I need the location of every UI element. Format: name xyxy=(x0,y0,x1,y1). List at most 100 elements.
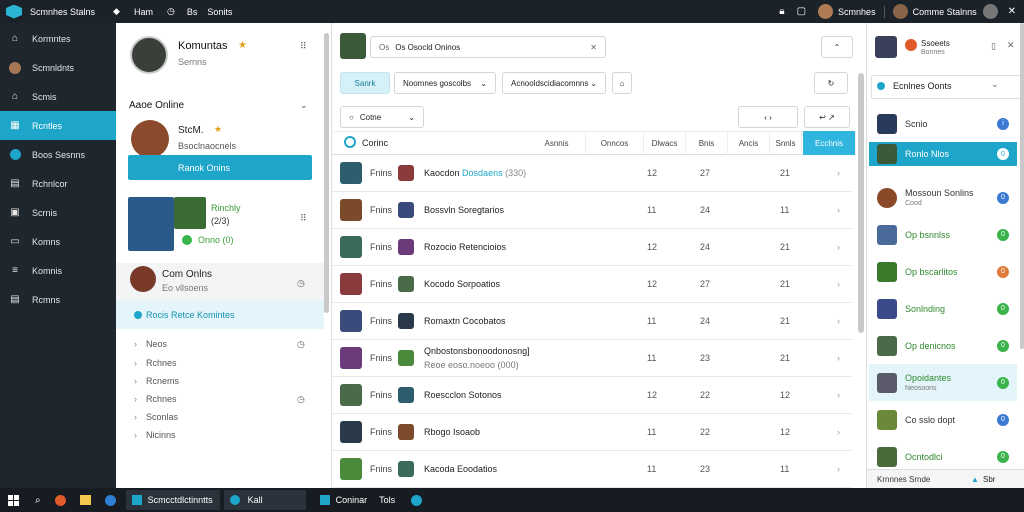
browser-icon[interactable] xyxy=(104,494,116,506)
menu-item-bs[interactable]: Bs xyxy=(187,7,198,17)
status-badge[interactable]: i xyxy=(997,117,1009,130)
tree-arrow-icon[interactable]: › xyxy=(134,358,137,368)
app-icon-4[interactable] xyxy=(411,494,423,506)
table-row[interactable]: Fnins Kaocdon Dosdaens (330) 12 27 21 › xyxy=(332,155,852,192)
status-badge[interactable]: 0 xyxy=(997,339,1009,352)
chevron-right-icon[interactable]: › xyxy=(837,316,840,326)
list-item[interactable]: Rchnes xyxy=(146,358,177,368)
status-badge[interactable]: 0 xyxy=(997,450,1009,463)
list-item[interactable]: Sconlas xyxy=(146,412,178,422)
menu-item-ham[interactable]: Ham xyxy=(134,7,153,17)
col-header[interactable]: Bnis xyxy=(686,131,728,155)
clear-icon[interactable]: ✕ xyxy=(590,43,597,52)
tree-arrow-icon[interactable]: › xyxy=(134,430,137,440)
right-list-item[interactable]: Sonlnding 0 xyxy=(869,290,1017,327)
user-name[interactable]: Scmnhes xyxy=(838,7,876,17)
collapse-button[interactable]: ⌃ xyxy=(821,36,853,58)
chevron-right-icon[interactable]: › xyxy=(837,242,840,252)
taskbar-app-2[interactable]: Kall xyxy=(223,490,306,510)
close-icon[interactable]: ✕ xyxy=(1008,6,1016,17)
status-badge[interactable]: 0 xyxy=(997,413,1009,426)
nav-item-8[interactable]: ≡ Komnis xyxy=(0,256,116,285)
right-list-item[interactable]: Mossoun Sonlins Cood 0 xyxy=(869,179,1017,216)
chevron-right-icon[interactable]: › xyxy=(837,168,840,178)
right-list-item[interactable]: Op denicnos 0 xyxy=(869,327,1017,364)
clock-icon[interactable]: ◷ xyxy=(167,6,175,17)
chevron-right-icon[interactable]: › xyxy=(837,353,840,363)
profile-avatar[interactable] xyxy=(130,36,168,74)
list-item[interactable]: Rchnes xyxy=(146,394,177,404)
chevron-right-icon[interactable]: › xyxy=(837,390,840,400)
col-header-selected[interactable]: Ecchnis xyxy=(803,131,856,155)
table-row[interactable]: Fnins Romaxtn Cocobatos 11 24 21 › xyxy=(332,303,852,340)
nav-item-3[interactable]: ▦ Rcntles xyxy=(0,111,116,140)
dropdown-1[interactable]: Noomnes goscolbs ⌄ xyxy=(394,72,496,94)
nav-item-4[interactable]: Boos Sesnns xyxy=(0,140,116,169)
right-list-item[interactable]: Scnio i xyxy=(869,105,1017,142)
menu-item-sonits[interactable]: Sonits xyxy=(207,7,232,17)
chevron-right-icon[interactable]: › xyxy=(837,464,840,474)
app-icon-1[interactable] xyxy=(54,494,66,506)
taskbar-app-3[interactable]: Coninar Tols xyxy=(319,495,395,505)
table-row[interactable]: Fnins Roescclon Sotonos 12 22 12 › xyxy=(332,377,852,414)
tree-arrow-icon[interactable]: › xyxy=(134,412,137,422)
nav-item-1[interactable]: Scmnldnts xyxy=(0,53,116,82)
footer-right[interactable]: Sbr xyxy=(983,475,995,484)
com-avatar[interactable] xyxy=(130,266,156,292)
clock-icon-2[interactable]: ◷ xyxy=(297,278,305,289)
nav-item-9[interactable]: ▤ Rcmns xyxy=(0,285,116,314)
col-header[interactable]: Dlwacs xyxy=(644,131,686,155)
more-icon[interactable]: ⠿ xyxy=(300,41,307,52)
more-icon-2[interactable]: ⠿ xyxy=(300,213,307,224)
chevron-right-icon[interactable]: › xyxy=(837,205,840,215)
status-badge[interactable]: 0 xyxy=(997,148,1009,160)
right-scrollbar[interactable] xyxy=(1020,23,1024,349)
status-badge[interactable]: 0 xyxy=(997,376,1009,389)
search-input[interactable]: Os Os Osocld Oninos ✕ xyxy=(370,36,606,58)
nav-next-button[interactable]: ↩ ↗ xyxy=(804,106,850,128)
col-header[interactable]: Asnnis xyxy=(528,131,586,155)
table-row[interactable]: Fnins Rbogo Isoaob 11 22 12 › xyxy=(332,414,852,451)
user-avatar-2[interactable] xyxy=(892,4,908,19)
scrollbar[interactable] xyxy=(324,33,329,313)
tree-arrow-icon[interactable]: › xyxy=(134,339,137,349)
nav-item-7[interactable]: ▭ Komns xyxy=(0,227,116,256)
chat-icon[interactable]: ▢ xyxy=(797,6,806,17)
chevron-right-icon[interactable]: › xyxy=(837,427,840,437)
file-icon[interactable]: ▯ xyxy=(991,41,996,52)
right-list-item[interactable]: Op bsnnlss 0 xyxy=(869,216,1017,253)
filter-dropdown[interactable]: ○ Cotne ⌄ xyxy=(340,106,424,128)
footer-icon[interactable]: ▲ xyxy=(971,475,979,484)
lock-icon[interactable]: 🔒︎ xyxy=(779,6,784,17)
main-scrollbar[interactable] xyxy=(858,73,864,333)
header-radio-icon[interactable] xyxy=(344,136,356,148)
clock-icon-3[interactable]: ◷ xyxy=(297,339,305,350)
table-row[interactable]: Fnins Kocodo Sorpoatios 12 27 21 › xyxy=(332,266,852,303)
tree-arrow-icon[interactable]: › xyxy=(134,376,137,386)
user-avatar[interactable] xyxy=(818,4,834,19)
taskbar-app-1[interactable]: Scmcctdlctinntts xyxy=(125,490,220,510)
chevron-down-icon[interactable]: ⌄ xyxy=(991,79,999,90)
table-row[interactable]: Fnins Qnbostonsbonoodonosng] Reoe eoso.no… xyxy=(332,340,852,377)
clock-icon-4[interactable]: ◷ xyxy=(297,394,305,405)
right-list-item[interactable]: Ronlo Nlos 0 xyxy=(869,142,1017,166)
col-header[interactable]: Ancis xyxy=(728,131,770,155)
status-badge[interactable]: 0 xyxy=(997,302,1009,315)
nav-item-5[interactable]: ▤ Rchnlcor xyxy=(0,169,116,198)
friend-avatar[interactable] xyxy=(131,120,169,158)
search-button[interactable]: Sanrk xyxy=(340,72,390,94)
nav-item-0[interactable]: ⌂ Kormntes xyxy=(0,24,116,53)
status-badge[interactable]: 0 xyxy=(997,228,1009,241)
list-item[interactable]: Nicinns xyxy=(146,430,176,440)
col-header[interactable]: Snnls xyxy=(770,131,802,155)
list-item[interactable]: Rcnems xyxy=(146,376,179,386)
list-item[interactable]: Neos xyxy=(146,339,167,349)
windows-start-icon[interactable] xyxy=(8,494,19,506)
chevron-down-icon[interactable]: ⌄ xyxy=(300,100,308,111)
dropdown-2[interactable]: Acnooldscidiacomnns ⌄ xyxy=(502,72,606,94)
close-icon-2[interactable]: ✕ xyxy=(1007,40,1015,51)
tree-arrow-icon[interactable]: › xyxy=(134,394,137,404)
folder-icon[interactable] xyxy=(79,495,91,505)
right-list-item[interactable]: Opoidantes Neosoons 0 xyxy=(869,364,1017,401)
header-first[interactable]: Corinc xyxy=(362,138,388,148)
